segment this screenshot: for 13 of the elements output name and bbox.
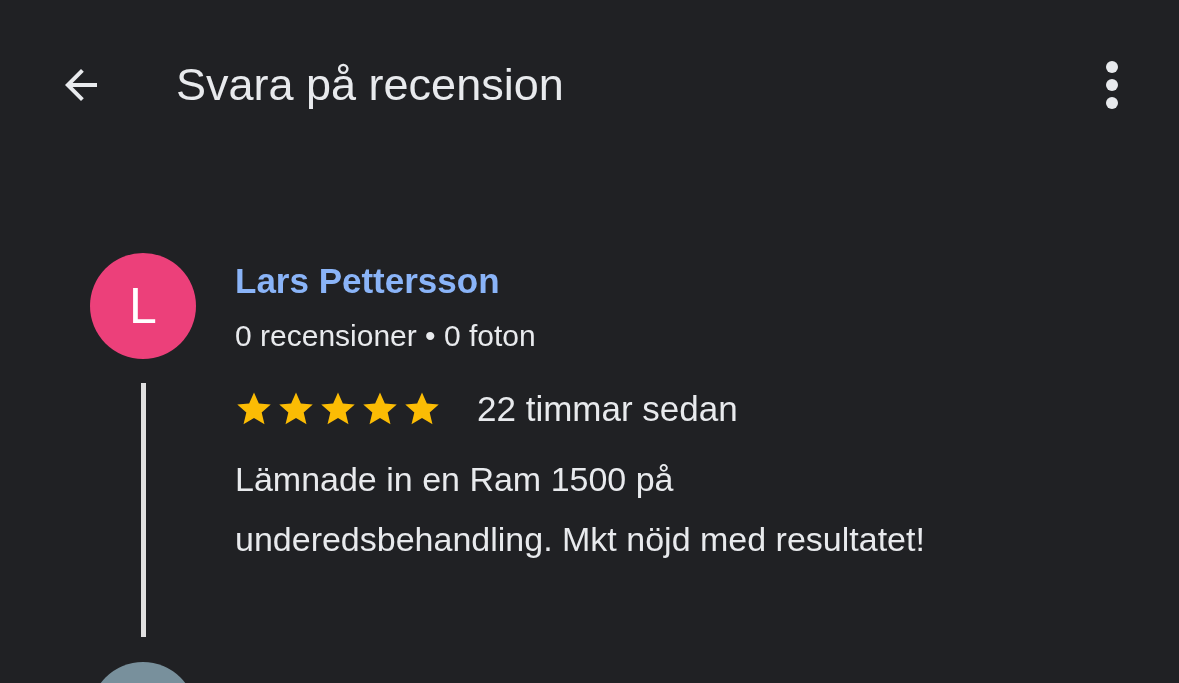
page-title: Svara på recension — [176, 59, 565, 111]
star-icon — [361, 391, 399, 427]
star-icon — [277, 391, 315, 427]
star-icon — [403, 391, 441, 427]
user-avatar: L — [90, 253, 196, 359]
more-vertical-icon — [1105, 60, 1119, 110]
author-name-link[interactable]: Lars Pettersson — [235, 261, 500, 301]
review-time: 22 timmar sedan — [477, 389, 738, 429]
more-options-button[interactable] — [1105, 60, 1119, 110]
star-icon — [235, 391, 273, 427]
review-text: Lämnade in en Ram 1500 på underedsbehandling. Mkt nöjd med resultatet! — [235, 459, 926, 560]
author-stats: 0 recensioner • 0 foton — [235, 319, 537, 353]
star-icon — [319, 391, 357, 427]
